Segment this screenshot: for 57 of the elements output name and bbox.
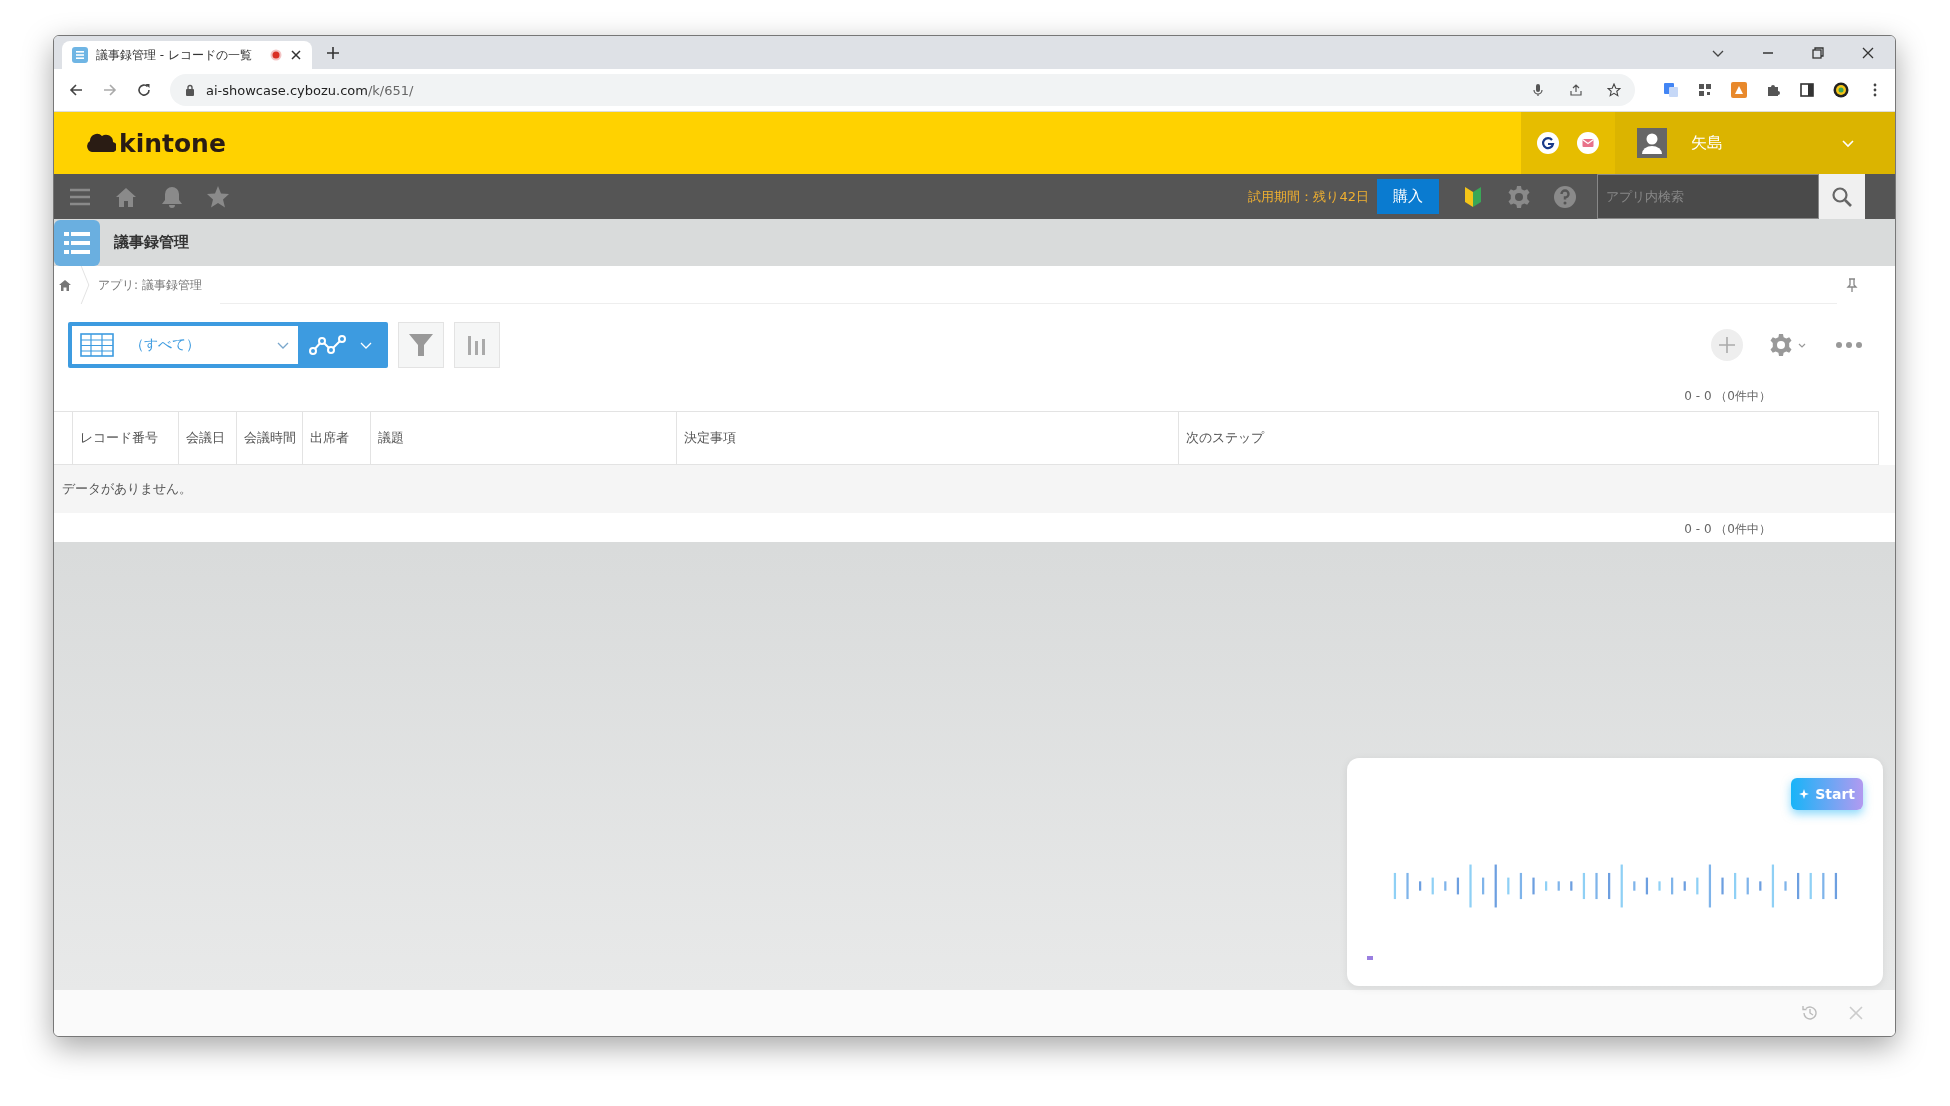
reload-icon[interactable] — [136, 82, 152, 98]
star-icon[interactable] — [206, 184, 230, 209]
translate-icon[interactable] — [1663, 82, 1679, 98]
pagination-count: 0 - 0 （0件中） — [1684, 521, 1771, 538]
pin-icon[interactable] — [1845, 278, 1859, 292]
close-icon[interactable] — [1861, 45, 1875, 60]
home-icon[interactable] — [58, 278, 72, 292]
extension-icon[interactable] — [1731, 82, 1747, 98]
lock-icon — [184, 84, 196, 96]
back-icon[interactable] — [68, 82, 84, 98]
breadcrumb-link[interactable]: アプリ: 議事録管理 — [98, 276, 202, 294]
avatar-icon — [1637, 128, 1667, 158]
trial-notice: 試用期間：残り42日 — [1248, 187, 1369, 206]
filter-icon — [407, 331, 435, 359]
g-icon[interactable] — [1537, 132, 1559, 154]
new-tab-icon[interactable] — [326, 45, 340, 60]
address-field[interactable]: ai-showcase.cybozu.com/k/651/ — [170, 74, 1635, 106]
microphone-icon[interactable] — [1531, 83, 1545, 97]
close-icon[interactable] — [290, 49, 302, 61]
bell-icon[interactable] — [160, 184, 184, 209]
empty-message: データがありません。 — [62, 480, 192, 498]
restore-icon[interactable] — [1811, 45, 1825, 60]
filter-button[interactable] — [398, 322, 444, 368]
search-button[interactable] — [1819, 174, 1865, 219]
plus-icon — [1716, 334, 1738, 356]
forward-icon[interactable] — [102, 82, 118, 98]
breadcrumb-separator-icon — [80, 266, 90, 304]
share-icon[interactable] — [1569, 83, 1583, 97]
pagination-count: 0 - 0 （0件中） — [1684, 388, 1771, 405]
settings-icon[interactable] — [1507, 184, 1531, 209]
logo-text: kintone — [119, 128, 226, 158]
list-icon — [72, 47, 88, 63]
buy-button[interactable]: 購入 — [1377, 179, 1439, 214]
star-icon[interactable] — [1607, 83, 1621, 97]
column-header[interactable]: 会議時間 — [237, 412, 303, 464]
settings-button[interactable] — [1769, 333, 1807, 357]
browser-tab[interactable]: 議事録管理 - レコードの一覧 — [62, 41, 312, 69]
mail-icon[interactable] — [1577, 132, 1599, 154]
settings-icon — [1769, 333, 1793, 357]
side-panel-icon[interactable] — [1799, 82, 1815, 98]
puzzle-icon[interactable] — [1765, 82, 1781, 98]
tab-title: 議事録管理 - レコードの一覧 — [96, 46, 253, 64]
app-title: 議事録管理 — [114, 233, 189, 252]
table-icon — [80, 333, 114, 357]
column-header[interactable]: レコード番号 — [73, 412, 179, 464]
line-graph-icon — [309, 333, 349, 357]
help-icon[interactable] — [1553, 184, 1577, 209]
column-header[interactable]: 出席者 — [303, 412, 371, 464]
recording-icon — [270, 49, 282, 61]
profile-icon[interactable] — [1833, 82, 1849, 98]
column-header[interactable]: 会議日 — [179, 412, 237, 464]
column-header[interactable]: 次のステップ — [1179, 412, 1879, 464]
search-icon — [1831, 185, 1853, 208]
column-header[interactable]: 決定事項 — [677, 412, 1179, 464]
qr-code-icon[interactable] — [1697, 82, 1713, 98]
column-header[interactable]: 議題 — [371, 412, 677, 464]
cloud-logo-icon — [86, 132, 116, 154]
